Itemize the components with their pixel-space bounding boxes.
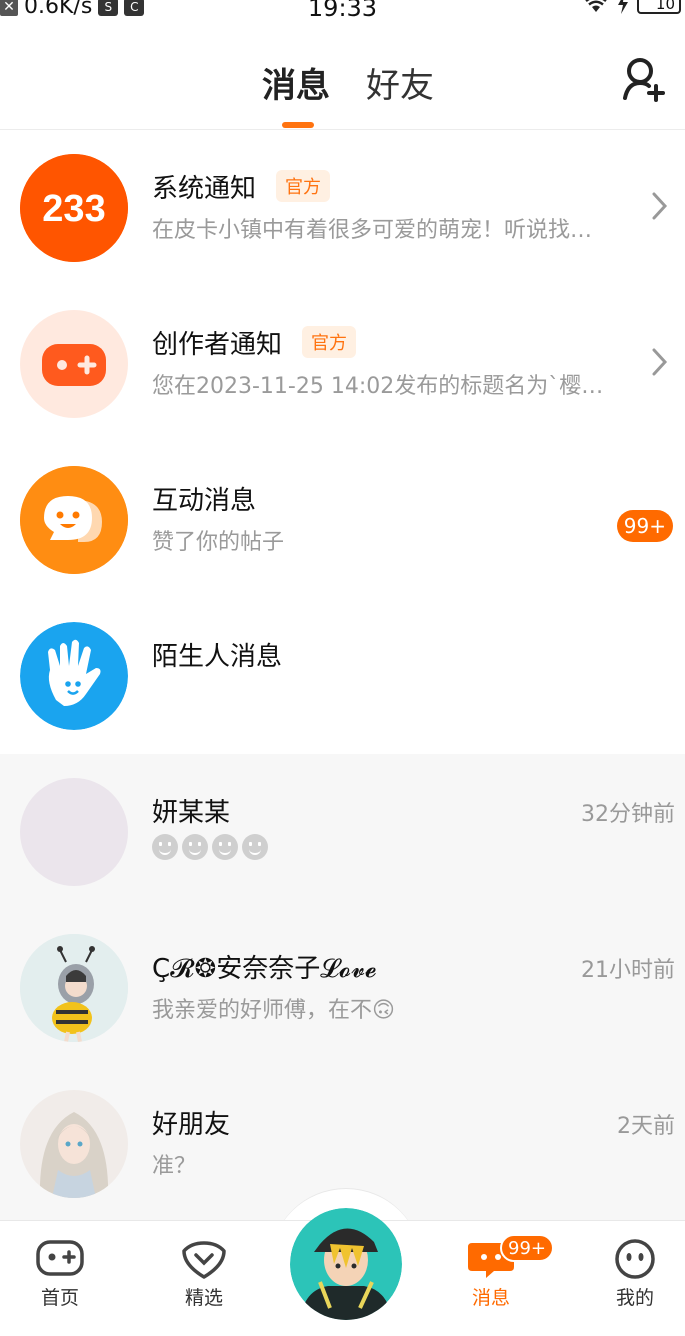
row-title: 互动消息 xyxy=(152,486,257,516)
active-tab-indicator xyxy=(282,122,314,128)
row-subtitle: 您在2023-11-25 14:02发布的标题名为`樱… xyxy=(152,374,604,399)
avatar xyxy=(20,778,128,886)
row-title-text: 系统通知 xyxy=(152,174,257,204)
nav-center-avatar[interactable] xyxy=(290,1208,402,1320)
preview-text: 我亲爱的好师傅，在不 xyxy=(152,998,373,1023)
svg-text:233: 233 xyxy=(42,188,105,230)
conversation-row[interactable]: Ç𝓡❂安奈奈子𝓛𝓸𝓿𝓮 21小时前 我亲爱的好师傅，在不🙃 xyxy=(0,910,685,1066)
avatar xyxy=(20,934,128,1042)
upside-down-emoji-icon: 🙃 xyxy=(372,998,395,1023)
tab-friends[interactable]: 好友 xyxy=(366,58,434,107)
gamepad-icon xyxy=(36,1240,84,1276)
smile-emoji-icon xyxy=(182,834,208,860)
chevron-right-icon xyxy=(652,192,668,220)
contact-name: Ç𝓡❂安奈奈子𝓛𝓸𝓿𝓮 xyxy=(152,954,377,984)
system-notice-row[interactable]: 233 系统通知 官方 在皮卡小镇中有着很多可爱的萌宠！听说找… xyxy=(0,130,685,286)
smile-emoji-icon xyxy=(242,834,268,860)
nav-label: 消息 xyxy=(471,1287,510,1309)
contact-name: 好朋友 xyxy=(152,1110,231,1140)
wifi-icon xyxy=(585,0,607,12)
nav-home[interactable]: 首页 xyxy=(15,1239,105,1310)
system-avatar: 233 xyxy=(20,154,128,262)
profile-avatar xyxy=(290,1208,402,1320)
face-icon xyxy=(615,1239,655,1279)
nav-message-badge: 99+ xyxy=(500,1234,554,1262)
row-subtitle: 在皮卡小镇中有着很多可爱的萌宠！听说找… xyxy=(152,218,593,243)
anime-girl-avatar xyxy=(20,1090,128,1198)
row-title-text: 创作者通知 xyxy=(152,330,283,360)
status-bar: ✕ 0.6K/s S C 19:33 10 xyxy=(0,0,685,22)
official-badge: 官方 xyxy=(302,326,357,358)
battery-icon: 10 xyxy=(637,0,681,14)
nav-label: 我的 xyxy=(615,1287,654,1309)
nav-profile[interactable]: 我的 xyxy=(590,1239,680,1310)
nav-label: 精选 xyxy=(184,1287,223,1309)
interaction-row[interactable]: 互动消息 赞了你的帖子 99+ xyxy=(0,442,685,598)
logo-233-icon: 233 xyxy=(20,154,128,262)
message-time: 21小时前 xyxy=(581,958,675,983)
message-time: 2天前 xyxy=(617,1114,675,1139)
avatar xyxy=(20,1090,128,1198)
contact-name: 妍某某 xyxy=(152,798,231,828)
message-preview: 我亲爱的好师傅，在不🙃 xyxy=(152,992,634,1024)
smile-emoji-icon xyxy=(152,834,178,860)
message-preview xyxy=(152,834,268,860)
gamepad-icon xyxy=(42,344,106,386)
charging-icon xyxy=(618,0,628,14)
waving-hand-icon xyxy=(20,622,128,730)
stranger-row[interactable]: 陌生人消息 xyxy=(0,598,685,754)
status-right: 10 xyxy=(583,0,681,14)
interaction-avatar xyxy=(20,466,128,574)
nav-label: 首页 xyxy=(40,1287,79,1309)
row-title: 陌生人消息 xyxy=(152,642,283,672)
message-preview: 准？ xyxy=(152,1154,197,1179)
official-badge: 官方 xyxy=(276,170,331,202)
conversation-row[interactable]: 妍某某 32分钟前 xyxy=(0,754,685,910)
message-time: 32分钟前 xyxy=(581,802,675,827)
row-title: 创作者通知 官方 xyxy=(152,324,357,361)
bee-character-avatar xyxy=(20,934,128,1042)
chat-bubble-icon xyxy=(20,466,128,574)
heart-badge-icon xyxy=(182,1241,226,1279)
smile-emoji-icon xyxy=(212,834,238,860)
row-subtitle: 赞了你的帖子 xyxy=(152,530,285,555)
header: 消息 好友 xyxy=(0,40,685,130)
creator-avatar xyxy=(20,310,128,418)
nav-featured[interactable]: 精选 xyxy=(159,1239,249,1310)
add-friend-icon[interactable] xyxy=(622,56,666,102)
tab-messages[interactable]: 消息 xyxy=(262,58,330,107)
stranger-avatar xyxy=(20,622,128,730)
chevron-right-icon xyxy=(652,348,668,376)
creator-notice-row[interactable]: 创作者通知 官方 您在2023-11-25 14:02发布的标题名为`樱… xyxy=(0,286,685,442)
row-title: 系统通知 官方 xyxy=(152,168,331,205)
unread-count-badge: 99+ xyxy=(616,510,673,542)
